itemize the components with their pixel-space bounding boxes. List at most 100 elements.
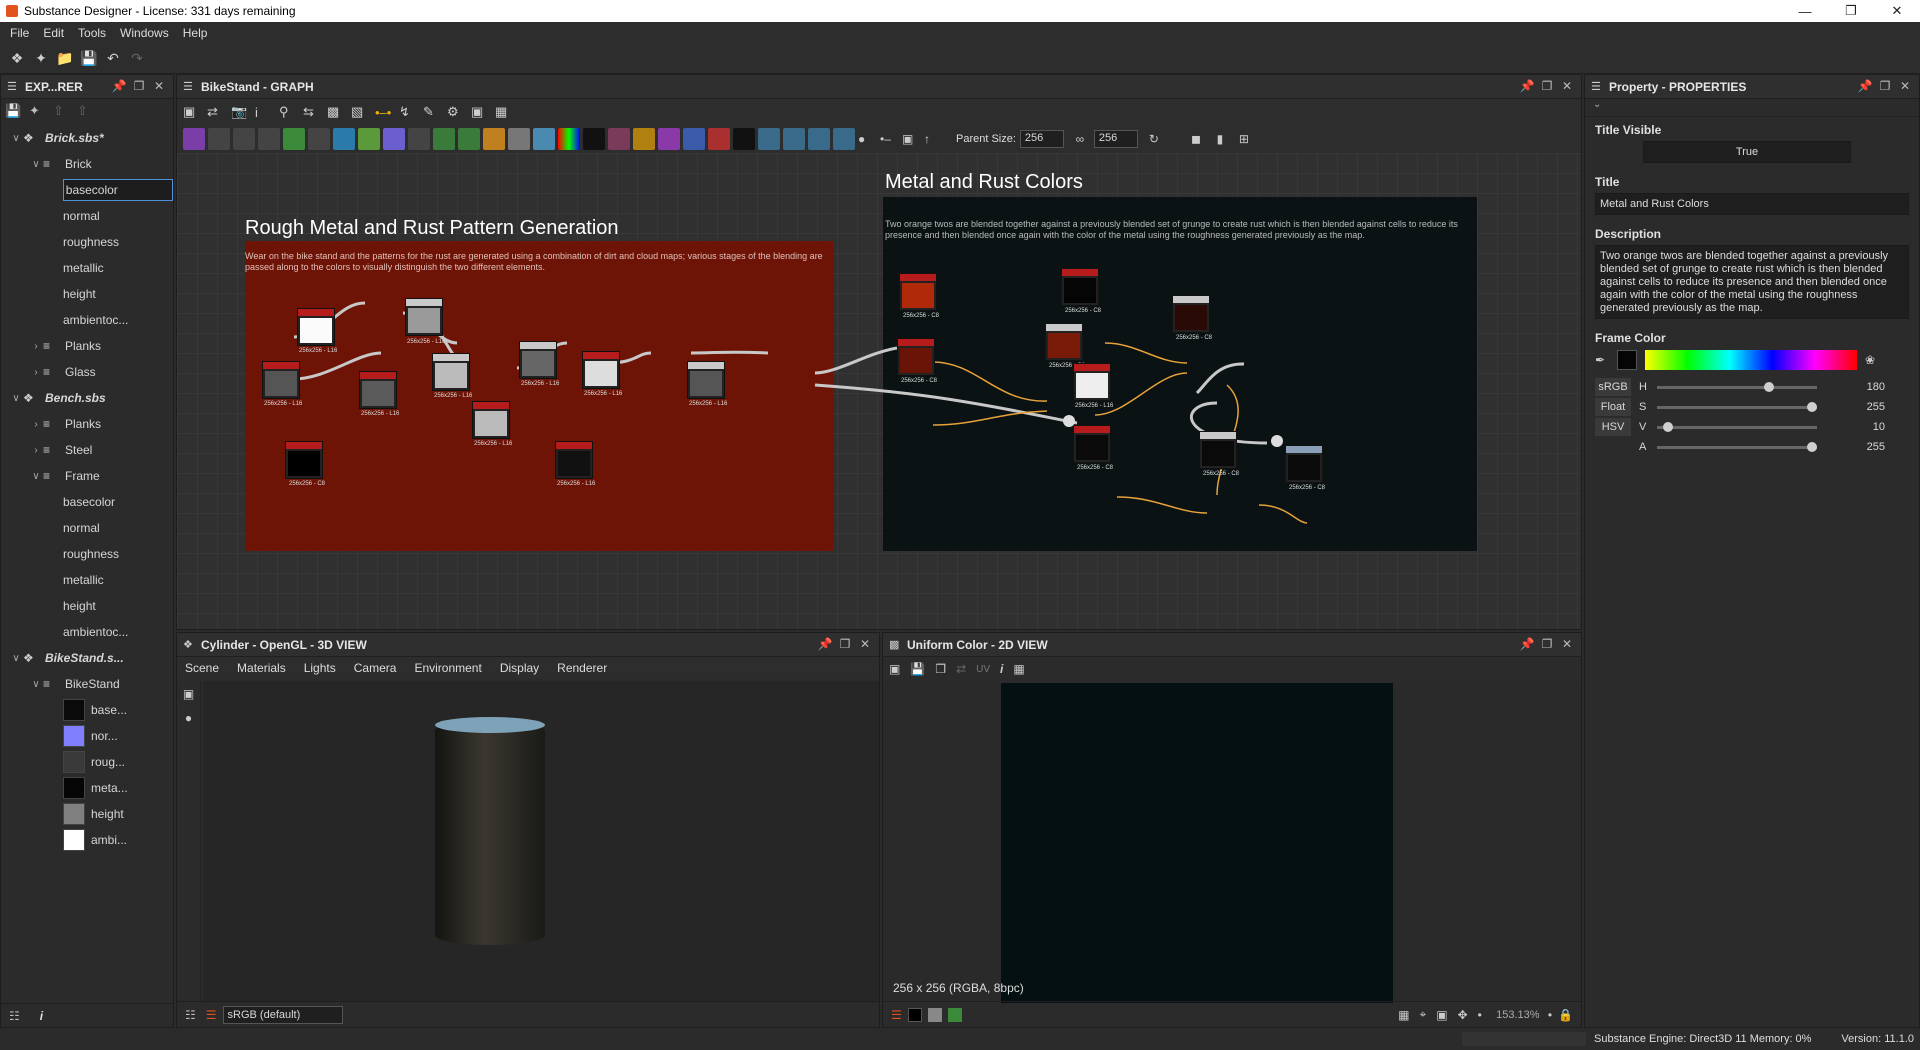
graph-node-clouds-2[interactable]: [472, 401, 510, 439]
menu-lines-icon[interactable]: ☰: [7, 81, 19, 93]
black-bg-swatch[interactable]: [907, 1007, 922, 1022]
tree-item[interactable]: normal: [1, 515, 173, 541]
menu-tools[interactable]: Tools: [78, 26, 106, 40]
zoom-level[interactable]: 153.13%: [1488, 1009, 1548, 1021]
hierarchy-icon[interactable]: ☷: [9, 1009, 20, 1023]
route-icon[interactable]: ↯: [399, 104, 423, 120]
eyedropper-icon[interactable]: ✒: [1595, 353, 1617, 367]
crop-icon[interactable]: ⌖: [1419, 1007, 1426, 1022]
channel-value[interactable]: 255: [1825, 441, 1885, 453]
pin-node-icon[interactable]: ✎: [423, 104, 447, 120]
warning-node-icon[interactable]: [633, 128, 655, 150]
float-icon[interactable]: ❐: [1875, 79, 1895, 93]
warp-node-icon[interactable]: [608, 128, 630, 150]
close-icon[interactable]: ✕: [1895, 79, 1915, 93]
uv-toggle[interactable]: UV: [976, 664, 990, 675]
description-textarea[interactable]: Two orange twos are blended together aga…: [1595, 245, 1909, 319]
frame-icon[interactable]: ▩: [327, 104, 351, 120]
tree-item[interactable]: ∨ ❖ Bench.sbs: [1, 385, 173, 411]
shape-node-icon[interactable]: [383, 128, 405, 150]
align-icon[interactable]: ⇄: [207, 104, 231, 120]
screenshot-icon[interactable]: 📷: [231, 104, 255, 120]
expand-arrow-icon[interactable]: ∨: [29, 159, 43, 170]
tree-item[interactable]: › ≡ Planks: [1, 333, 173, 359]
slider-knob[interactable]: [1763, 381, 1774, 392]
connector-a-icon[interactable]: ◼: [1184, 132, 1208, 146]
channel-icon[interactable]: [947, 1007, 962, 1022]
atomic-node-icon[interactable]: [183, 128, 205, 150]
pixel-processor-icon[interactable]: [733, 128, 755, 150]
dot-icon[interactable]: •–•: [375, 105, 399, 120]
title-visible-toggle[interactable]: True: [1643, 141, 1851, 163]
zoom-dot-icon[interactable]: •: [1548, 1008, 1552, 1022]
fill-node-icon[interactable]: [708, 128, 730, 150]
channel-slider[interactable]: [1657, 401, 1817, 412]
tree-item[interactable]: basecolor: [1, 489, 173, 515]
channel-slider[interactable]: [1657, 441, 1817, 452]
view3d-menu-scene[interactable]: Scene: [185, 661, 219, 675]
tree-item[interactable]: › ≡ Steel: [1, 437, 173, 463]
save-graph-icon[interactable]: ▣: [902, 132, 924, 146]
graph-node-blend-rust[interactable]: [1045, 323, 1083, 361]
export-icon[interactable]: ⇧: [53, 103, 77, 119]
levels-node-icon[interactable]: [358, 128, 380, 150]
menu-lines-icon[interactable]: ☰: [1591, 81, 1603, 93]
graph-canvas[interactable]: Rough Metal and Rust Pattern Generation …: [177, 153, 1581, 629]
pin-icon[interactable]: 📌: [815, 637, 835, 651]
graph-node-blend-3[interactable]: [519, 341, 557, 379]
tree-item[interactable]: roughness: [1, 541, 173, 567]
view2d-viewport[interactable]: 256 x 256 (RGBA, 8bpc): [883, 683, 1581, 1003]
pin-icon[interactable]: 📌: [1517, 637, 1537, 651]
filter-node-icon[interactable]: [533, 128, 555, 150]
graph-node-grunge-map[interactable]: [297, 308, 335, 346]
material-node-icon[interactable]: [508, 128, 530, 150]
tree-item[interactable]: metallic: [1, 255, 173, 281]
bitmap-node-icon[interactable]: [208, 128, 230, 150]
link-icon[interactable]: ⇆: [303, 104, 327, 120]
checker-bg-icon[interactable]: [927, 1007, 942, 1022]
input-node-icon[interactable]: [458, 128, 480, 150]
copy-icon[interactable]: ❐: [935, 662, 946, 676]
pin-icon[interactable]: 📌: [109, 79, 129, 93]
light-bulb-icon[interactable]: ●: [185, 711, 192, 725]
tree-item[interactable]: height: [1, 593, 173, 619]
expand-arrow-icon[interactable]: ›: [29, 419, 43, 430]
tree-item[interactable]: ambientoc...: [1, 307, 173, 333]
publish-icon[interactable]: ⇧: [77, 103, 101, 119]
gradient-node-icon[interactable]: [283, 128, 305, 150]
move-icon[interactable]: ✥: [1458, 1008, 1468, 1022]
tree-item[interactable]: ∨ ≡ Frame: [1, 463, 173, 489]
close-icon[interactable]: ✕: [1557, 637, 1577, 651]
frame-all-icon[interactable]: ▣: [183, 104, 207, 120]
parent-size-width-select[interactable]: 256: [1019, 130, 1064, 148]
menu-edit[interactable]: Edit: [43, 26, 64, 40]
slider-knob[interactable]: [1663, 421, 1673, 432]
graph-node-blend-final[interactable]: [1199, 431, 1237, 469]
tree-item[interactable]: › ≡ Planks: [1, 411, 173, 437]
graph-1-icon[interactable]: [758, 128, 780, 150]
collapse-bar[interactable]: ⌄: [1585, 99, 1919, 117]
camera-icon[interactable]: ▣: [183, 687, 194, 701]
zoom-dot-icon[interactable]: •: [1478, 1008, 1482, 1022]
menu-lines-icon[interactable]: ☰: [183, 81, 195, 93]
open-folder-icon[interactable]: 📁: [54, 48, 76, 70]
hue-spectrum-bar[interactable]: [1645, 350, 1857, 370]
view3d-menu-environment[interactable]: Environment: [414, 661, 481, 675]
tree-item[interactable]: meta...: [1, 775, 173, 801]
tree-item[interactable]: nor...: [1, 723, 173, 749]
close-icon[interactable]: ✕: [149, 79, 169, 93]
maximize-button[interactable]: ❐: [1828, 0, 1874, 22]
new-graph-icon[interactable]: ✦: [29, 103, 53, 119]
pin-graph-icon[interactable]: ↑: [924, 132, 946, 146]
link-size-icon[interactable]: ∞: [1070, 132, 1090, 146]
expand-arrow-icon[interactable]: ∨: [9, 653, 23, 664]
lock-icon[interactable]: 🔒: [1558, 1008, 1573, 1022]
blend-node-icon[interactable]: [308, 128, 330, 150]
colorspace-select[interactable]: sRGB (default): [222, 1005, 343, 1024]
tree-item[interactable]: height: [1, 801, 173, 827]
title-input[interactable]: Metal and Rust Colors: [1595, 193, 1909, 215]
float-icon[interactable]: ❐: [1537, 637, 1557, 651]
graph-node-directional-noise[interactable]: [555, 441, 593, 479]
tree-item[interactable]: ambientoc...: [1, 619, 173, 645]
expand-arrow-icon[interactable]: ∨: [9, 393, 23, 404]
